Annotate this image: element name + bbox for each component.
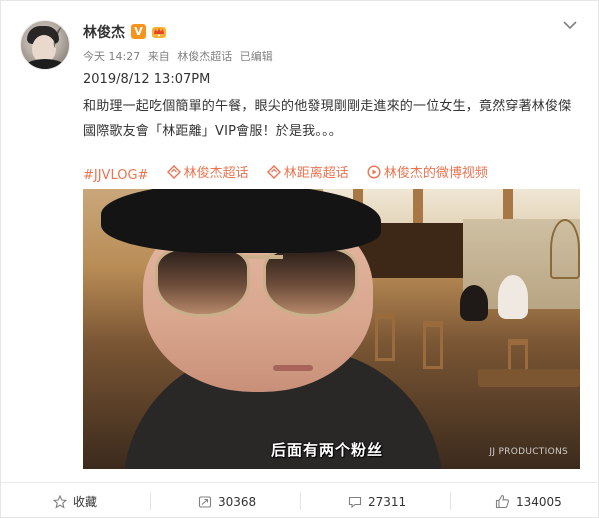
video-watermark: JJ PRODUCTIONS	[489, 447, 568, 457]
video-icon	[367, 164, 381, 179]
user-name[interactable]: 林俊杰	[83, 22, 125, 42]
repost-count: 30368	[218, 494, 257, 509]
video-man-hair	[101, 189, 381, 253]
supertopic-icon	[166, 164, 181, 179]
video-wall-lamp	[550, 219, 580, 279]
post-action-bar: 收藏 30368 27311 134005	[1, 482, 599, 518]
post-source[interactable]: 林俊杰超话	[177, 50, 232, 63]
comment-count: 27311	[368, 494, 407, 509]
weibo-post-card: 林俊杰 V 今天 14:27 来自 林俊杰超话 已编辑 2019/8/12 13…	[0, 0, 599, 518]
tag-label: 林俊杰超话	[183, 166, 249, 181]
tag-supertopic-jj[interactable]: 林俊杰超话	[166, 162, 249, 181]
video-man-mouth	[273, 365, 313, 371]
favorite-label: 收藏	[73, 495, 98, 509]
chevron-down-icon[interactable]	[563, 20, 577, 30]
post-date: 2019/8/12 13:07PM	[83, 72, 211, 87]
divider	[450, 492, 451, 510]
tag-supertopic-distance[interactable]: 林距离超话	[266, 162, 349, 181]
post-text: 和助理一起吃個簡單的午餐，眼尖的他發現剛剛走進來的一位女生，竟然穿著林俊傑國際歌…	[83, 99, 572, 139]
thumbs-up-icon	[495, 494, 510, 509]
divider	[300, 492, 301, 510]
avatar-shirt	[23, 59, 67, 69]
tag-video-channel[interactable]: 林俊杰的微博视频	[367, 162, 488, 181]
divider	[150, 492, 151, 510]
video-table	[478, 369, 580, 387]
sunglasses-left-lens	[155, 247, 250, 317]
video-subtitle: 后面有两个粉丝	[271, 441, 384, 459]
tag-jjvlog[interactable]: #JJVLOG#	[83, 168, 148, 183]
like-button[interactable]: 134005	[495, 483, 562, 518]
comment-icon	[348, 496, 362, 508]
source-prefix: 来自	[147, 50, 170, 63]
member-crown-icon[interactable]	[151, 23, 167, 39]
video-fan-person	[460, 285, 488, 321]
tag-label: #JJVLOG#	[83, 167, 149, 183]
like-count: 134005	[516, 494, 562, 509]
edited-label[interactable]: 已编辑	[240, 50, 273, 63]
comment-button[interactable]: 27311	[348, 483, 406, 518]
post-meta: 今天 14:27 来自 林俊杰超话 已编辑	[83, 48, 277, 64]
verified-v-icon[interactable]: V	[131, 24, 146, 39]
repost-icon	[198, 495, 212, 508]
repost-button[interactable]: 30368	[198, 483, 256, 518]
video-chair	[423, 321, 443, 369]
post-time[interactable]: 今天 14:27	[83, 50, 140, 63]
video-fan-person	[498, 275, 528, 319]
star-icon	[53, 494, 67, 509]
video-chair	[375, 313, 395, 361]
post-tags: #JJVLOG# 林俊杰超话 林距离超话 林俊杰的微博视频	[83, 162, 502, 183]
supertopic-icon	[266, 164, 281, 179]
tag-label: 林俊杰的微博视频	[383, 166, 488, 181]
favorite-button[interactable]: 收藏	[53, 483, 97, 518]
video-player[interactable]: 后面有两个粉丝 JJ PRODUCTIONS	[83, 189, 580, 469]
avatar[interactable]	[20, 20, 70, 70]
tag-label: 林距离超话	[283, 166, 349, 181]
sunglasses-bridge	[243, 255, 283, 259]
